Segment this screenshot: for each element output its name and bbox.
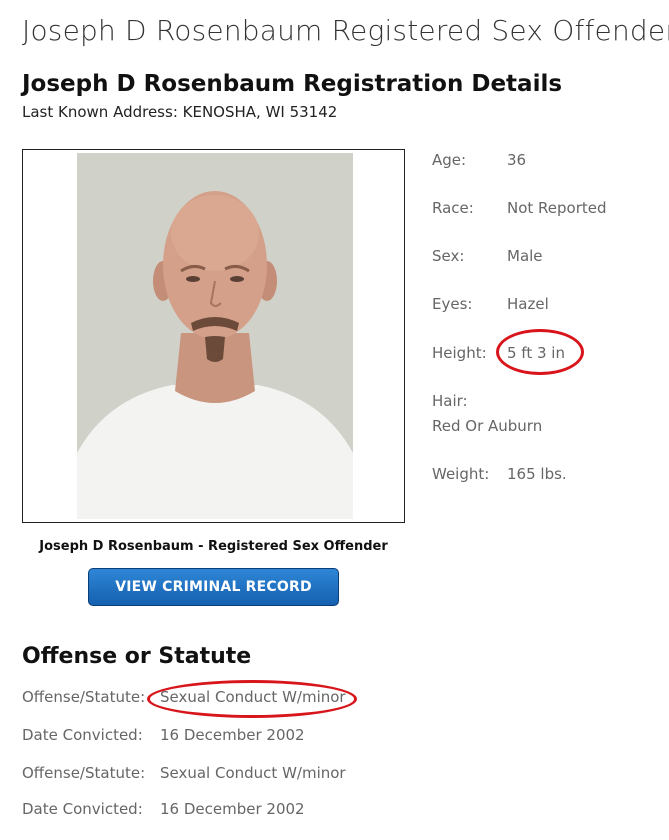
height-annotation-circle (496, 329, 584, 375)
eyes-value: Hazel (507, 295, 549, 313)
page-title: Joseph D Rosenbaum Registered Sex Offend… (22, 14, 669, 47)
view-criminal-record-button[interactable]: VIEW CRIMINAL RECORD (88, 568, 339, 606)
registration-heading: Joseph D Rosenbaum Registration Details (22, 71, 563, 97)
date-convicted-value-1: 16 December 2002 (160, 726, 305, 744)
eyes-label: Eyes: (432, 295, 473, 313)
height-label: Height: (432, 344, 487, 362)
date-convicted-label-1: Date Convicted: (22, 726, 143, 744)
offense-label-1: Offense/Statute: (22, 688, 146, 706)
sex-label: Sex: (432, 247, 465, 265)
offense-annotation-circle (147, 680, 357, 718)
photo-frame (22, 149, 405, 523)
offense-heading: Offense or Statute (22, 644, 252, 669)
date-convicted-label-2: Date Convicted: (22, 800, 143, 818)
race-value: Not Reported (507, 199, 607, 217)
age-value: 36 (507, 151, 527, 169)
weight-label: Weight: (432, 465, 490, 483)
date-convicted-value-2: 16 December 2002 (160, 800, 305, 818)
hair-label: Hair: (432, 392, 468, 410)
age-label: Age: (432, 151, 467, 169)
sex-value: Male (507, 247, 543, 265)
offense-label-2: Offense/Statute: (22, 764, 146, 782)
mugshot-photo (77, 153, 353, 519)
photo-caption: Joseph D Rosenbaum - Registered Sex Offe… (39, 539, 388, 554)
hair-value: Red Or Auburn (432, 417, 543, 435)
last-known-address: Last Known Address: KENOSHA, WI 53142 (22, 103, 338, 121)
offense-value-2: Sexual Conduct W/minor (160, 764, 346, 782)
weight-value: 165 lbs. (507, 465, 567, 483)
race-label: Race: (432, 199, 474, 217)
